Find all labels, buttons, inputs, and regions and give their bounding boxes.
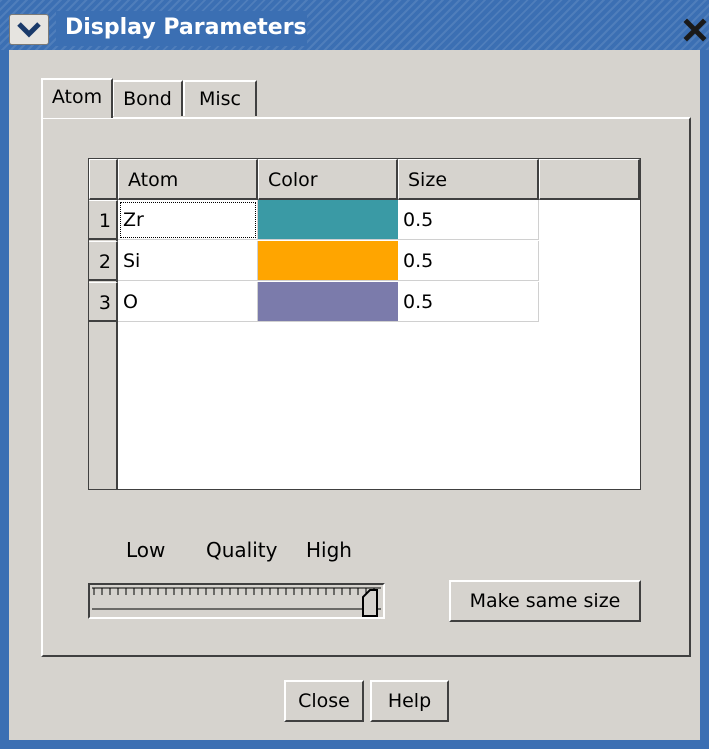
window-menu-button[interactable] <box>9 14 49 45</box>
window-frame-right <box>700 50 709 749</box>
quality-high-label: High <box>306 538 352 562</box>
cell-color-swatch[interactable] <box>258 200 398 240</box>
close-button[interactable]: Close <box>284 680 364 722</box>
close-icon <box>683 18 707 42</box>
quality-slider-ticks <box>92 587 381 610</box>
cell-size[interactable]: 0.5 <box>398 241 539 281</box>
quality-slider[interactable] <box>88 583 385 619</box>
cell-color-swatch[interactable] <box>258 241 398 281</box>
window-title: Display Parameters <box>65 15 307 40</box>
tab-atom[interactable]: Atom <box>41 78 113 118</box>
cell-color-swatch[interactable] <box>258 282 398 322</box>
tab-bond[interactable]: Bond <box>112 80 183 116</box>
column-header-size[interactable]: Size <box>398 159 539 200</box>
row-number[interactable]: 3 <box>89 282 118 322</box>
quality-slider-thumb[interactable] <box>362 587 384 617</box>
window-frame-bottom <box>0 740 709 749</box>
window-close-button[interactable] <box>681 16 709 46</box>
cell-size[interactable]: 0.5 <box>398 200 539 240</box>
corner-header <box>89 159 118 200</box>
make-same-size-button[interactable]: Make same size <box>449 580 641 622</box>
cell-atom[interactable]: Zr <box>118 200 258 240</box>
tab-misc[interactable]: Misc <box>183 80 257 116</box>
quality-label: Quality <box>206 538 278 562</box>
column-header-color[interactable]: Color <box>258 159 398 200</box>
window-frame-left <box>0 50 9 749</box>
row-number[interactable]: 2 <box>89 241 118 281</box>
row-number[interactable]: 1 <box>89 200 118 240</box>
quality-low-label: Low <box>126 538 166 562</box>
column-header-extra[interactable] <box>539 159 640 200</box>
help-button[interactable]: Help <box>370 680 449 722</box>
chevron-down-icon <box>17 22 41 38</box>
cell-atom[interactable]: Si <box>118 241 258 281</box>
cell-atom[interactable]: O <box>118 282 258 322</box>
column-header-atom[interactable]: Atom <box>118 159 258 200</box>
cell-size[interactable]: 0.5 <box>398 282 539 322</box>
